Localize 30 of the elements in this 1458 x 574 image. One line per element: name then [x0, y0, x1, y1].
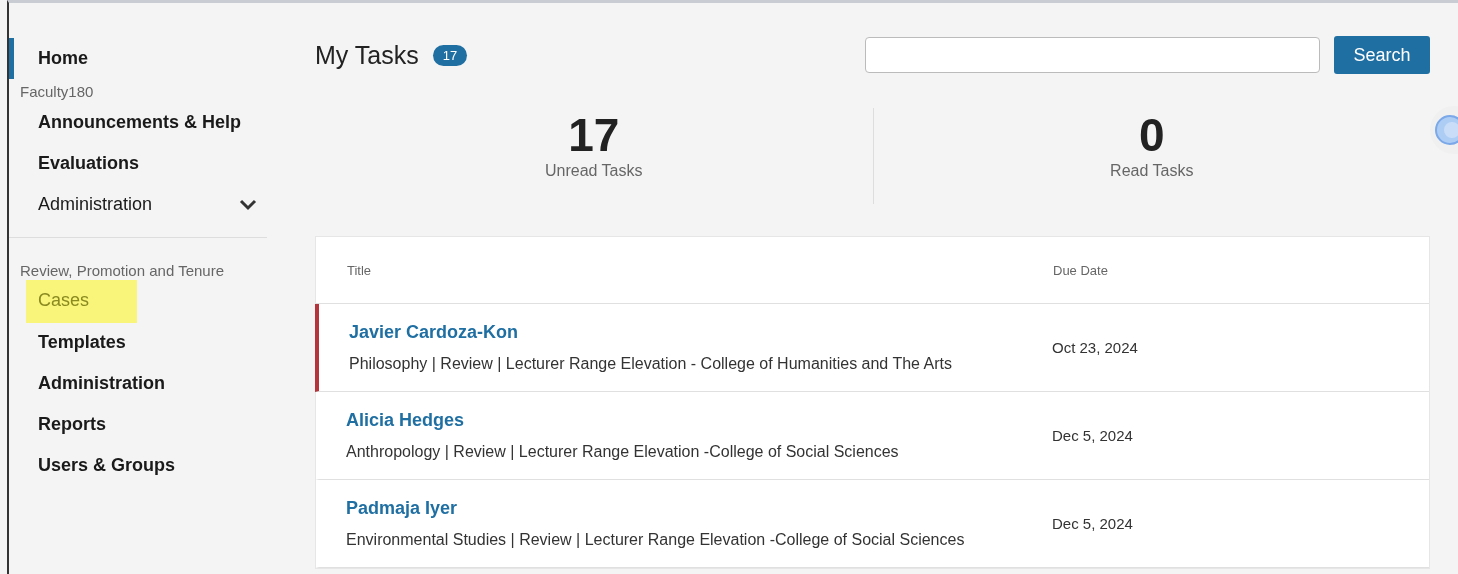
count-badge: 17 — [432, 44, 468, 66]
column-header: Due Date — [1052, 262, 1109, 278]
column-header: Title — [346, 262, 373, 278]
sidebar-item[interactable]: Reports — [9, 404, 267, 445]
stat-value: 0 — [1138, 108, 1165, 162]
task-details: Philosophy | Review | Lecturer Range Elevation - College of Humanities and The Arts — [349, 355, 953, 373]
stat-value: 17 — [568, 108, 620, 162]
task-link[interactable]: Javier Cardoza-Kon — [349, 322, 1025, 343]
sidebar-item[interactable]: Home — [9, 38, 267, 79]
task-details: Environmental Studies | Review | Lecturer Range Elevation -College of Social Sciences — [346, 531, 966, 549]
due-date: Dec 5, 2024 — [1051, 427, 1134, 444]
search-field[interactable] — [865, 37, 1320, 73]
sidebar-item[interactable]: Administration — [9, 184, 267, 225]
page-title: My Tasks — [315, 40, 419, 70]
due-date: Oct 23, 2024 — [1051, 339, 1139, 356]
sidebar-item[interactable]: Evaluations — [9, 143, 267, 184]
stat-label: Read Tasks — [1110, 162, 1194, 180]
stat-label: Unread Tasks — [545, 162, 643, 180]
chevron-down-icon[interactable] — [239, 198, 257, 211]
sidebar-item[interactable]: Administration — [9, 363, 267, 404]
section-heading: Review, Promotion and Tenure — [19, 262, 225, 279]
sidebar-item[interactable]: Templates — [9, 322, 267, 363]
due-date: Dec 5, 2024 — [1051, 515, 1134, 532]
search-button[interactable]: Search — [1334, 36, 1430, 74]
sidebar-item[interactable]: Users & Groups — [9, 445, 267, 486]
sidebar-item[interactable]: Announcements & Help — [9, 102, 267, 143]
task-details: Anthropology | Review | Lecturer Range Elevation -College of Social Sciences — [346, 443, 900, 461]
task-link[interactable]: Alicia Hedges — [346, 410, 1025, 431]
section-heading: Faculty180 — [19, 83, 95, 100]
task-link[interactable]: Padmaja Iyer — [346, 498, 1025, 519]
